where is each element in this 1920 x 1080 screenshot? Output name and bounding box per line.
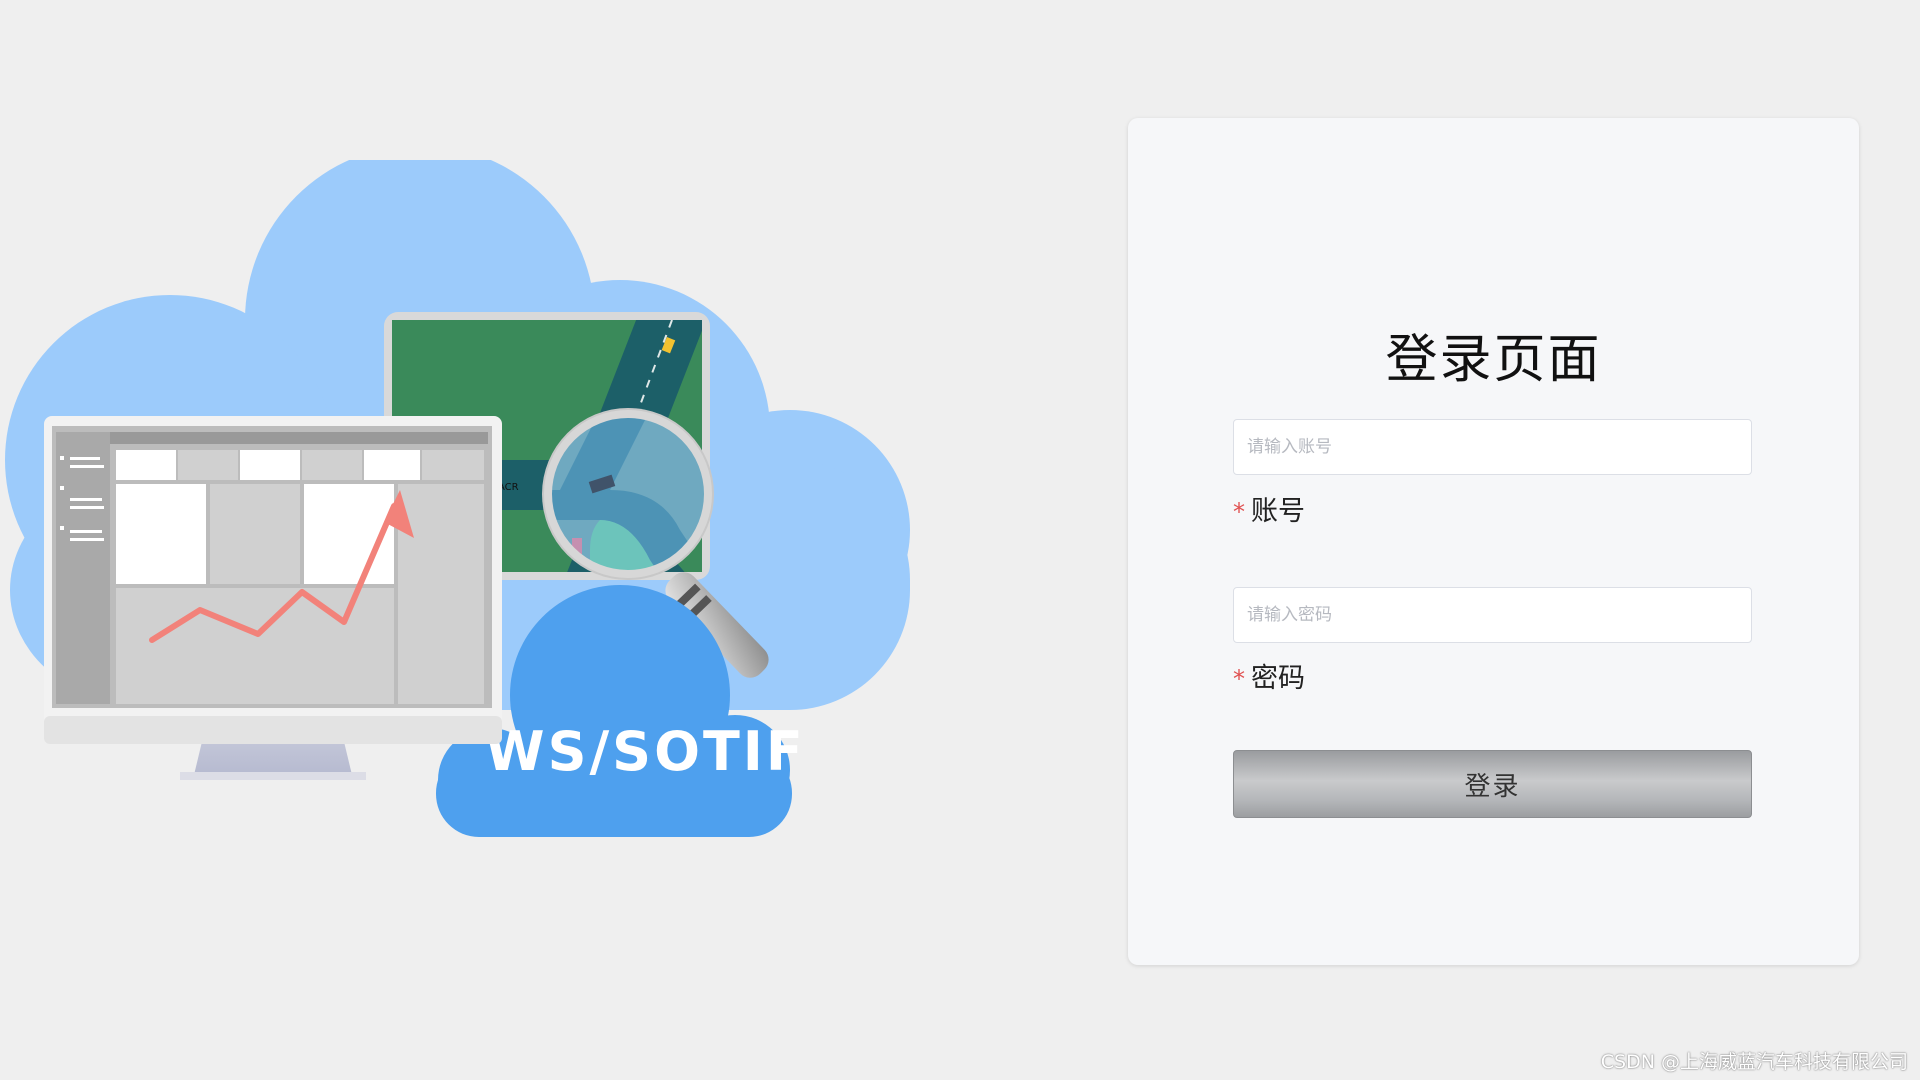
account-label: * 账号 [1233, 495, 1305, 529]
page-title: 登录页面 [1385, 330, 1602, 390]
login-page: ACR WS/SOTIF 登录页面 * 账号 请输入账号 * 密码 登录 CSD… [0, 0, 1920, 1080]
password-label-text: 密码 [1251, 663, 1305, 694]
login-button[interactable]: 登录 [1233, 750, 1752, 818]
monitor-icon [44, 416, 502, 780]
watermark: CSDN @上海威蓝汽车科技有限公司 [1600, 1051, 1908, 1073]
password-input[interactable] [1233, 587, 1752, 643]
password-label: * 密码 [1233, 662, 1305, 696]
required-mark: * [1233, 665, 1245, 693]
required-mark: * [1233, 498, 1245, 526]
account-input[interactable] [1233, 419, 1752, 475]
hero-illustration: ACR WS/SOTIF [0, 160, 920, 840]
brand-text: WS/SOTIF [485, 720, 806, 783]
account-label-text: 账号 [1251, 496, 1305, 527]
cloud-illustration: ACR WS/SOTIF [5, 160, 910, 837]
login-card: 登录页面 *账号 *密码 登录 [1128, 118, 1859, 965]
